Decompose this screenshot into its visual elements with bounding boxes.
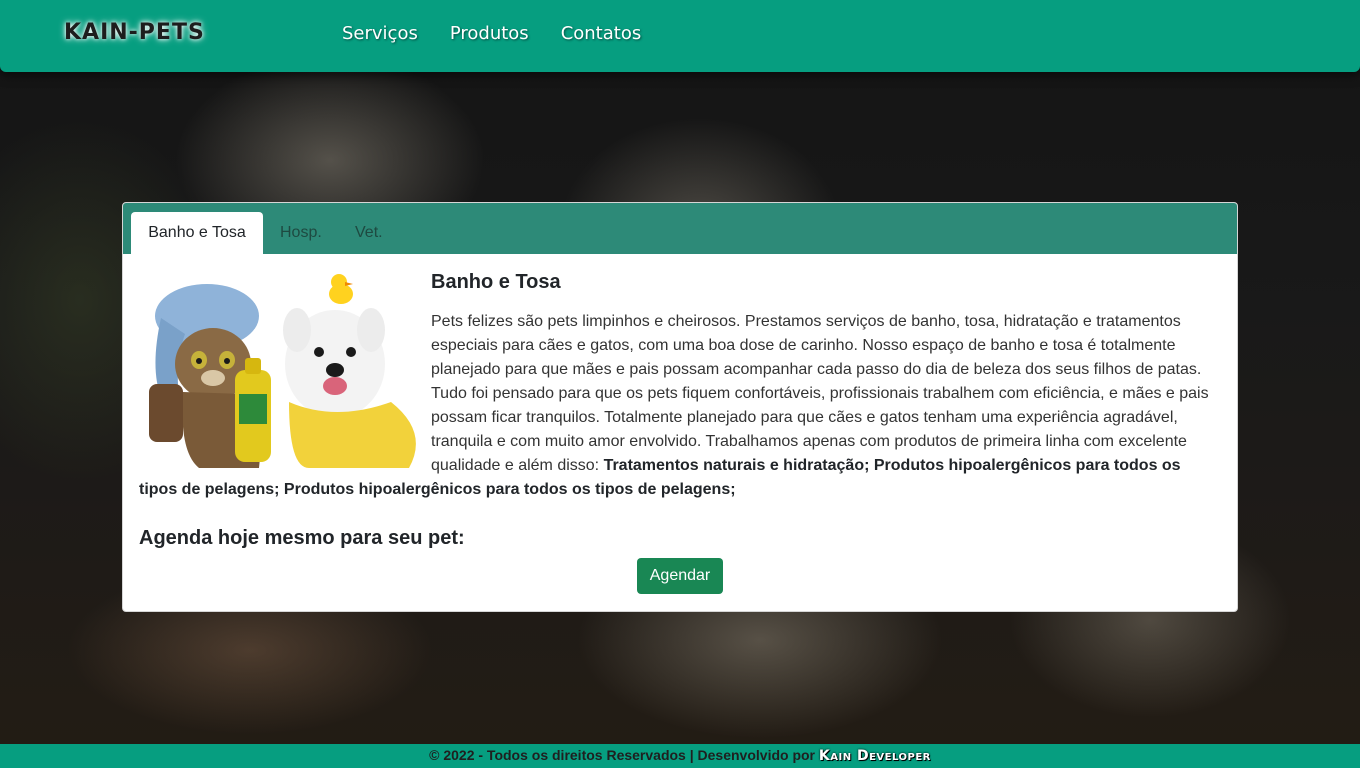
nav-links: Serviços Produtos Contatos [342, 23, 641, 44]
tab-hosp[interactable]: Hosp. [280, 212, 322, 254]
cat-and-dog-illustration [139, 272, 431, 468]
navbar: KAIN-PETS Serviços Produtos Contatos [0, 0, 1360, 72]
footer-developer-link[interactable]: Kain Developer [819, 748, 931, 764]
schedule-button[interactable]: Agendar [636, 558, 724, 594]
tab-banho-e-tosa[interactable]: Banho e Tosa [131, 212, 263, 254]
nav-link-servicos[interactable]: Serviços [342, 23, 418, 44]
footer: © 2022 - Todos os direitos Reservados | … [0, 744, 1360, 768]
tab-content: Banho e Tosa Pets felizes são pets limpi… [123, 254, 1237, 610]
schedule-button-wrap: Agendar [139, 558, 1221, 594]
tab-bar: Banho e Tosa Hosp. Vet. [123, 203, 1237, 254]
footer-copyright: © 2022 - Todos os direitos Reservados | … [429, 747, 819, 763]
pets-bath-image [139, 272, 431, 468]
nav-link-produtos[interactable]: Produtos [450, 23, 529, 44]
service-description-text: Pets felizes são pets limpinhos e cheiro… [431, 313, 1209, 474]
schedule-heading: Agenda hoje mesmo para seu pet: [139, 527, 465, 549]
tab-vet[interactable]: Vet. [355, 212, 383, 254]
brand-logo[interactable]: KAIN-PETS [64, 20, 205, 45]
nav-link-contatos[interactable]: Contatos [561, 23, 642, 44]
services-card: Banho e Tosa Hosp. Vet. Banho e Tosa Pet… [122, 202, 1238, 612]
